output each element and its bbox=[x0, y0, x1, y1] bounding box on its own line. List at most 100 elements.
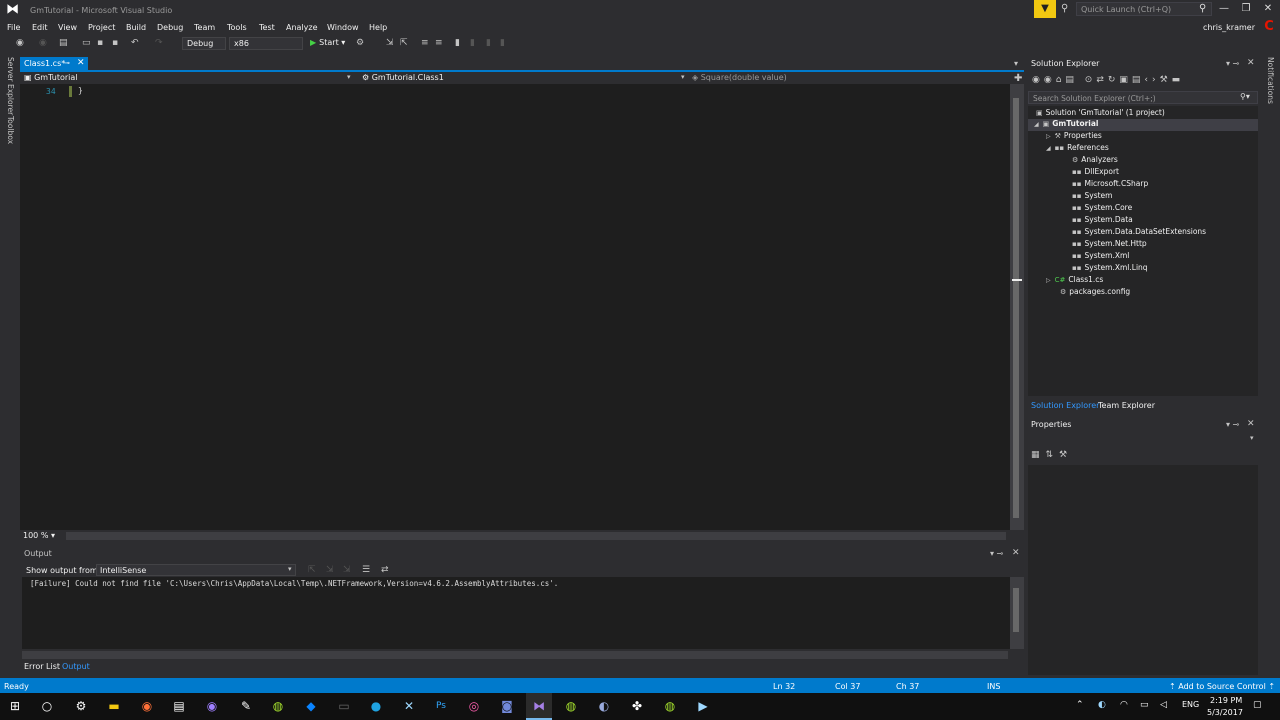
solution-explorer-toolbar[interactable]: ◉◉⌂▤ ⊙⇄↻▣▤‹›⚒▬ bbox=[1032, 75, 1184, 85]
file-explorer-icon[interactable]: ▬ bbox=[104, 697, 124, 715]
clear-bookmarks-icon[interactable]: ▮ bbox=[500, 38, 505, 48]
output-source-dropdown[interactable]: IntelliSense bbox=[96, 564, 296, 576]
output-scroll-thumb[interactable] bbox=[1013, 588, 1019, 632]
battery-icon[interactable]: ▭ bbox=[1140, 700, 1149, 710]
undo-icon[interactable]: ↶ bbox=[131, 38, 139, 48]
settings-icon[interactable]: ⚙ bbox=[71, 697, 91, 715]
start-debugging-button[interactable]: ▶ Start ▾ bbox=[310, 38, 345, 47]
tab-team-explorer[interactable]: Team Explorer bbox=[1098, 401, 1155, 410]
dropbox-icon[interactable]: ◆ bbox=[301, 697, 321, 715]
show-hidden-icons-icon[interactable]: ⌃ bbox=[1076, 700, 1084, 710]
solution-platform-dropdown[interactable]: x86 bbox=[229, 37, 303, 50]
solution-configuration-dropdown[interactable]: Debug bbox=[182, 37, 226, 50]
open-file-icon[interactable]: ▭ bbox=[82, 38, 91, 48]
action-center-icon[interactable]: ▢ bbox=[1253, 700, 1262, 710]
menu-test[interactable]: Test bbox=[259, 23, 275, 32]
clear-all-icon[interactable]: ☰ bbox=[362, 565, 370, 575]
menu-file[interactable]: File bbox=[7, 23, 20, 32]
pin-panel-icon[interactable]: ▾ ⊸ bbox=[990, 549, 1003, 558]
tree-item-reference[interactable]: ▪▪ DllExport bbox=[1072, 167, 1119, 179]
search-icon[interactable]: ⚲ bbox=[1199, 3, 1206, 14]
add-to-source-control-button[interactable]: ⇡ Add to Source Control ⇡ bbox=[1169, 682, 1275, 691]
app-icon[interactable]: ● bbox=[366, 697, 386, 715]
close-panel-icon[interactable]: ✕ bbox=[1247, 58, 1255, 68]
server-explorer-tab[interactable]: Server Explorer bbox=[6, 57, 15, 115]
properties-object-dropdown[interactable] bbox=[1028, 433, 1258, 443]
tree-item-reference[interactable]: ▪▪ System.Xml bbox=[1072, 251, 1129, 263]
menu-tools[interactable]: Tools bbox=[227, 23, 247, 32]
next-bookmark-icon[interactable]: ▮ bbox=[486, 38, 491, 48]
account-name[interactable]: chris_kramer bbox=[1203, 23, 1255, 32]
tree-item-reference[interactable]: ▪▪ Microsoft.CSharp bbox=[1072, 179, 1148, 191]
tree-item-properties[interactable]: ▷ ⚒ Properties bbox=[1046, 131, 1102, 143]
save-icon[interactable]: ▪ bbox=[97, 38, 103, 48]
expand-icon[interactable]: ▷ bbox=[1046, 133, 1051, 140]
volume-icon[interactable]: ◁ bbox=[1160, 700, 1167, 710]
solution-explorer-search-input[interactable]: Search Solution Explorer (Ctrl+;) bbox=[1028, 91, 1258, 104]
menu-build[interactable]: Build bbox=[126, 23, 146, 32]
tab-overflow-icon[interactable]: ▾ bbox=[1014, 59, 1018, 68]
expand-icon[interactable]: ▷ bbox=[1046, 277, 1051, 284]
itunes-icon[interactable]: ◎ bbox=[464, 697, 484, 715]
gamemaker-icon[interactable]: ◍ bbox=[561, 697, 581, 715]
app-icon[interactable]: ✕ bbox=[399, 697, 419, 715]
app-icon[interactable]: ✎ bbox=[236, 697, 256, 715]
properties-toolbar[interactable]: ▦⇅⚒ bbox=[1031, 450, 1073, 460]
tree-item-reference[interactable]: ▪▪ System.Data bbox=[1072, 215, 1133, 227]
app-icon[interactable]: ▶ bbox=[693, 697, 713, 715]
document-app-icon[interactable]: ▤ bbox=[169, 697, 189, 715]
tree-item-references[interactable]: ◢ ▪▪ References bbox=[1046, 143, 1109, 155]
gamemaker-icon[interactable]: ◍ bbox=[660, 697, 680, 715]
indent-icon[interactable]: ≡ bbox=[421, 38, 429, 48]
pin-tab-icon[interactable]: ⊸ bbox=[64, 59, 70, 67]
menu-window[interactable]: Window bbox=[327, 23, 359, 32]
gamemaker-icon[interactable]: ◍ bbox=[268, 697, 288, 715]
editor-horizontal-scrollbar[interactable] bbox=[66, 532, 1006, 540]
menu-debug[interactable]: Debug bbox=[157, 23, 183, 32]
maximize-button[interactable]: ❐ bbox=[1236, 2, 1256, 16]
chevron-down-icon[interactable]: ▾ bbox=[681, 73, 685, 81]
navigate-back-icon[interactable]: ◉ bbox=[16, 38, 24, 48]
go-to-next-icon[interactable]: ⇲ bbox=[326, 565, 334, 575]
steam-tray-icon[interactable]: ◐ bbox=[1098, 700, 1106, 710]
step-over-icon[interactable]: ⇱ bbox=[400, 38, 408, 48]
quick-launch-input[interactable]: Quick Launch (Ctrl+Q) bbox=[1076, 2, 1212, 16]
photoshop-icon[interactable]: Ps bbox=[431, 697, 451, 715]
steam-icon[interactable]: ◐ bbox=[594, 697, 614, 715]
account-logo-icon[interactable]: C bbox=[1262, 20, 1276, 34]
find-message-icon[interactable]: ⇲ bbox=[343, 565, 351, 575]
tree-item-project[interactable]: ◢ ▣ GmTutorial bbox=[1028, 119, 1258, 131]
clock-time[interactable]: 2:19 PM bbox=[1210, 696, 1242, 705]
code-line[interactable]: } bbox=[78, 86, 83, 95]
tree-item-reference[interactable]: ▪▪ System.Net.Http bbox=[1072, 239, 1147, 251]
pin-panel-icon[interactable]: ▾ ⊸ bbox=[1226, 59, 1239, 68]
tab-error-list[interactable]: Error List bbox=[24, 662, 60, 671]
code-editor[interactable] bbox=[20, 84, 1010, 530]
chevron-down-icon[interactable]: ▾ bbox=[347, 73, 351, 81]
collapse-icon[interactable]: ◢ bbox=[1034, 121, 1039, 128]
cortana-icon[interactable]: ○ bbox=[37, 697, 57, 715]
menu-project[interactable]: Project bbox=[88, 23, 115, 32]
close-tab-icon[interactable]: ✕ bbox=[77, 58, 85, 68]
collapse-icon[interactable]: ◢ bbox=[1046, 145, 1051, 152]
tree-item-analyzers[interactable]: ⚙ Analyzers bbox=[1072, 155, 1118, 167]
wifi-icon[interactable]: ◠ bbox=[1120, 700, 1128, 710]
minimize-button[interactable]: — bbox=[1214, 2, 1234, 16]
new-project-icon[interactable]: ▤ bbox=[59, 38, 68, 48]
bookmark-icon[interactable]: ▮ bbox=[455, 38, 460, 48]
app-icon[interactable]: ✤ bbox=[627, 697, 647, 715]
firefox-icon[interactable]: ◉ bbox=[137, 697, 157, 715]
discord-icon[interactable]: ◙ bbox=[497, 697, 517, 715]
navigate-forward-icon[interactable]: ◉ bbox=[39, 38, 47, 48]
language-indicator[interactable]: ENG bbox=[1182, 700, 1199, 709]
app-icon[interactable]: ▭ bbox=[334, 697, 354, 715]
chevron-down-icon[interactable]: ▾ bbox=[288, 565, 292, 573]
tree-item-reference[interactable]: ▪▪ System.Core bbox=[1072, 203, 1132, 215]
zoom-dropdown[interactable]: 100 % ▾ bbox=[23, 531, 55, 540]
tab-output[interactable]: Output bbox=[62, 662, 90, 671]
tree-item-reference[interactable]: ▪▪ System.Xml.Linq bbox=[1072, 263, 1148, 275]
close-panel-icon[interactable]: ✕ bbox=[1247, 419, 1255, 429]
feedback-filter-icon[interactable]: ▼ bbox=[1034, 0, 1056, 18]
nav-member-dropdown[interactable]: ◈ Square(double value) bbox=[692, 73, 787, 82]
step-into-icon[interactable]: ⇲ bbox=[386, 38, 394, 48]
